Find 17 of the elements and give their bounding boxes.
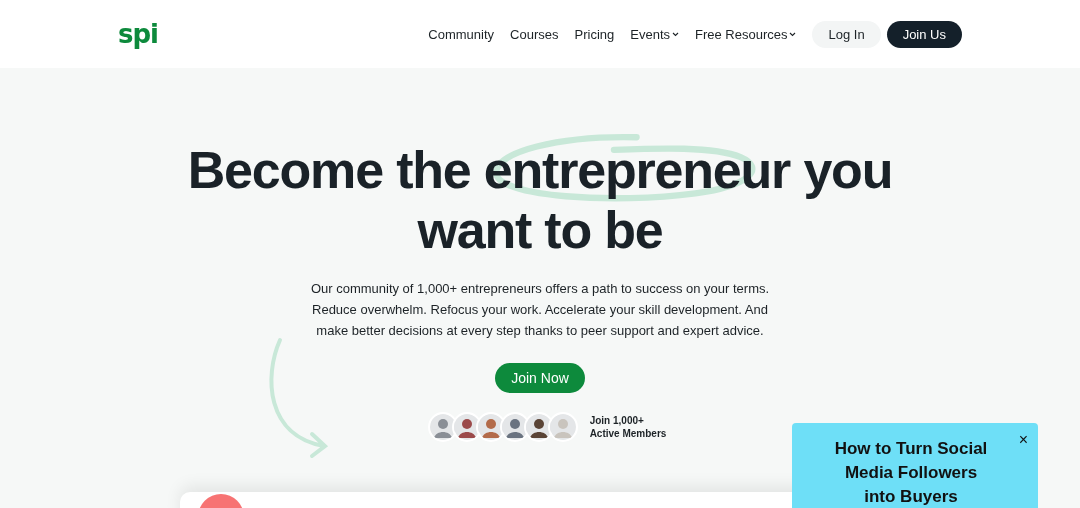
nav-link[interactable]: Courses [510,26,559,42]
avatar-icon [547,412,578,442]
hero-description: Our community of 1,000+ entrepreneurs offers a path to success on your terms. Reduce overwhelm. Refocus your work. Accelerate your skill development. And make better decisions at every step thanks to peer support and expert advice. [309,280,771,340]
members-text: Active Members [589,427,667,440]
login-button[interactable]: Log In [812,20,881,48]
nav-link[interactable]: Free Resources [695,26,797,42]
logo[interactable]: spi [118,19,158,49]
close-button[interactable]: × [1018,431,1028,449]
caret-icon [789,31,797,37]
nav-link[interactable]: Community [428,26,495,42]
nav-link[interactable]: Pricing [574,26,615,42]
nav-link[interactable]: Events [630,26,679,42]
caret-icon [672,31,679,37]
join-button[interactable]: Join Us [886,20,962,48]
join-now-button[interactable]: Join Now [495,363,585,393]
popup-title: How to Turn Social Media Followers into Buyers [833,438,989,508]
members-text: Join 1,000+ [589,414,645,427]
